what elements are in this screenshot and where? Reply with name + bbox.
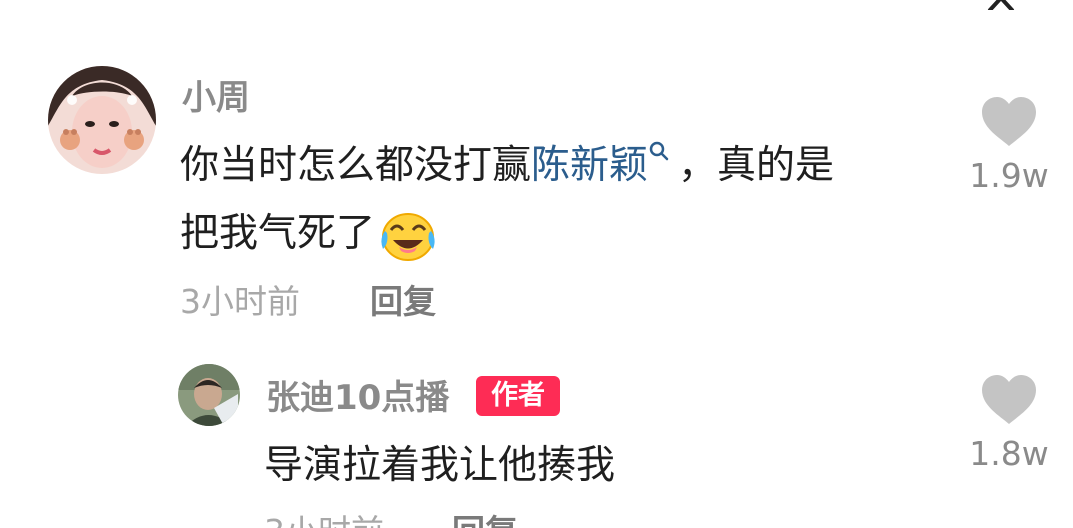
comment-text-part: 你当时怎么都没打赢 bbox=[180, 143, 532, 188]
comment-text-line: 把我气死了 bbox=[180, 200, 439, 268]
comment-panel: 小周 你当时怎么都没打赢陈新颖 ，真的是 把我气死了 3小时前 回复 1.9w 张… bbox=[0, 0, 1073, 528]
reply-time: 3小时前 bbox=[264, 512, 384, 528]
reply-text: 导演拉着我让他揍我 bbox=[264, 443, 616, 488]
reply-button[interactable]: 回复 bbox=[452, 512, 518, 528]
mention-link[interactable]: 陈新颖 bbox=[531, 143, 648, 188]
search-icon bbox=[649, 141, 669, 161]
author-badge: 作者 bbox=[476, 376, 560, 416]
avatar[interactable] bbox=[48, 66, 156, 174]
avatar[interactable] bbox=[178, 364, 240, 426]
reply-username[interactable]: 张迪10点播 bbox=[266, 378, 449, 418]
like-count: 1.8w bbox=[969, 434, 1049, 473]
heart-icon[interactable] bbox=[980, 374, 1038, 426]
like-count: 1.9w bbox=[969, 156, 1049, 195]
comment-text-part: 把我气死了 bbox=[180, 211, 376, 256]
comment-username[interactable]: 小周 bbox=[182, 78, 250, 118]
heart-icon[interactable] bbox=[980, 96, 1038, 148]
close-icon[interactable] bbox=[986, 0, 1016, 10]
reply-button[interactable]: 回复 bbox=[370, 282, 436, 322]
laugh-cry-emoji-icon bbox=[381, 212, 435, 261]
comment-text-part: ，真的是 bbox=[678, 143, 835, 188]
comment-time: 3小时前 bbox=[180, 282, 300, 321]
comment-text: 你当时怎么都没打赢陈新颖 ，真的是 bbox=[180, 132, 834, 200]
